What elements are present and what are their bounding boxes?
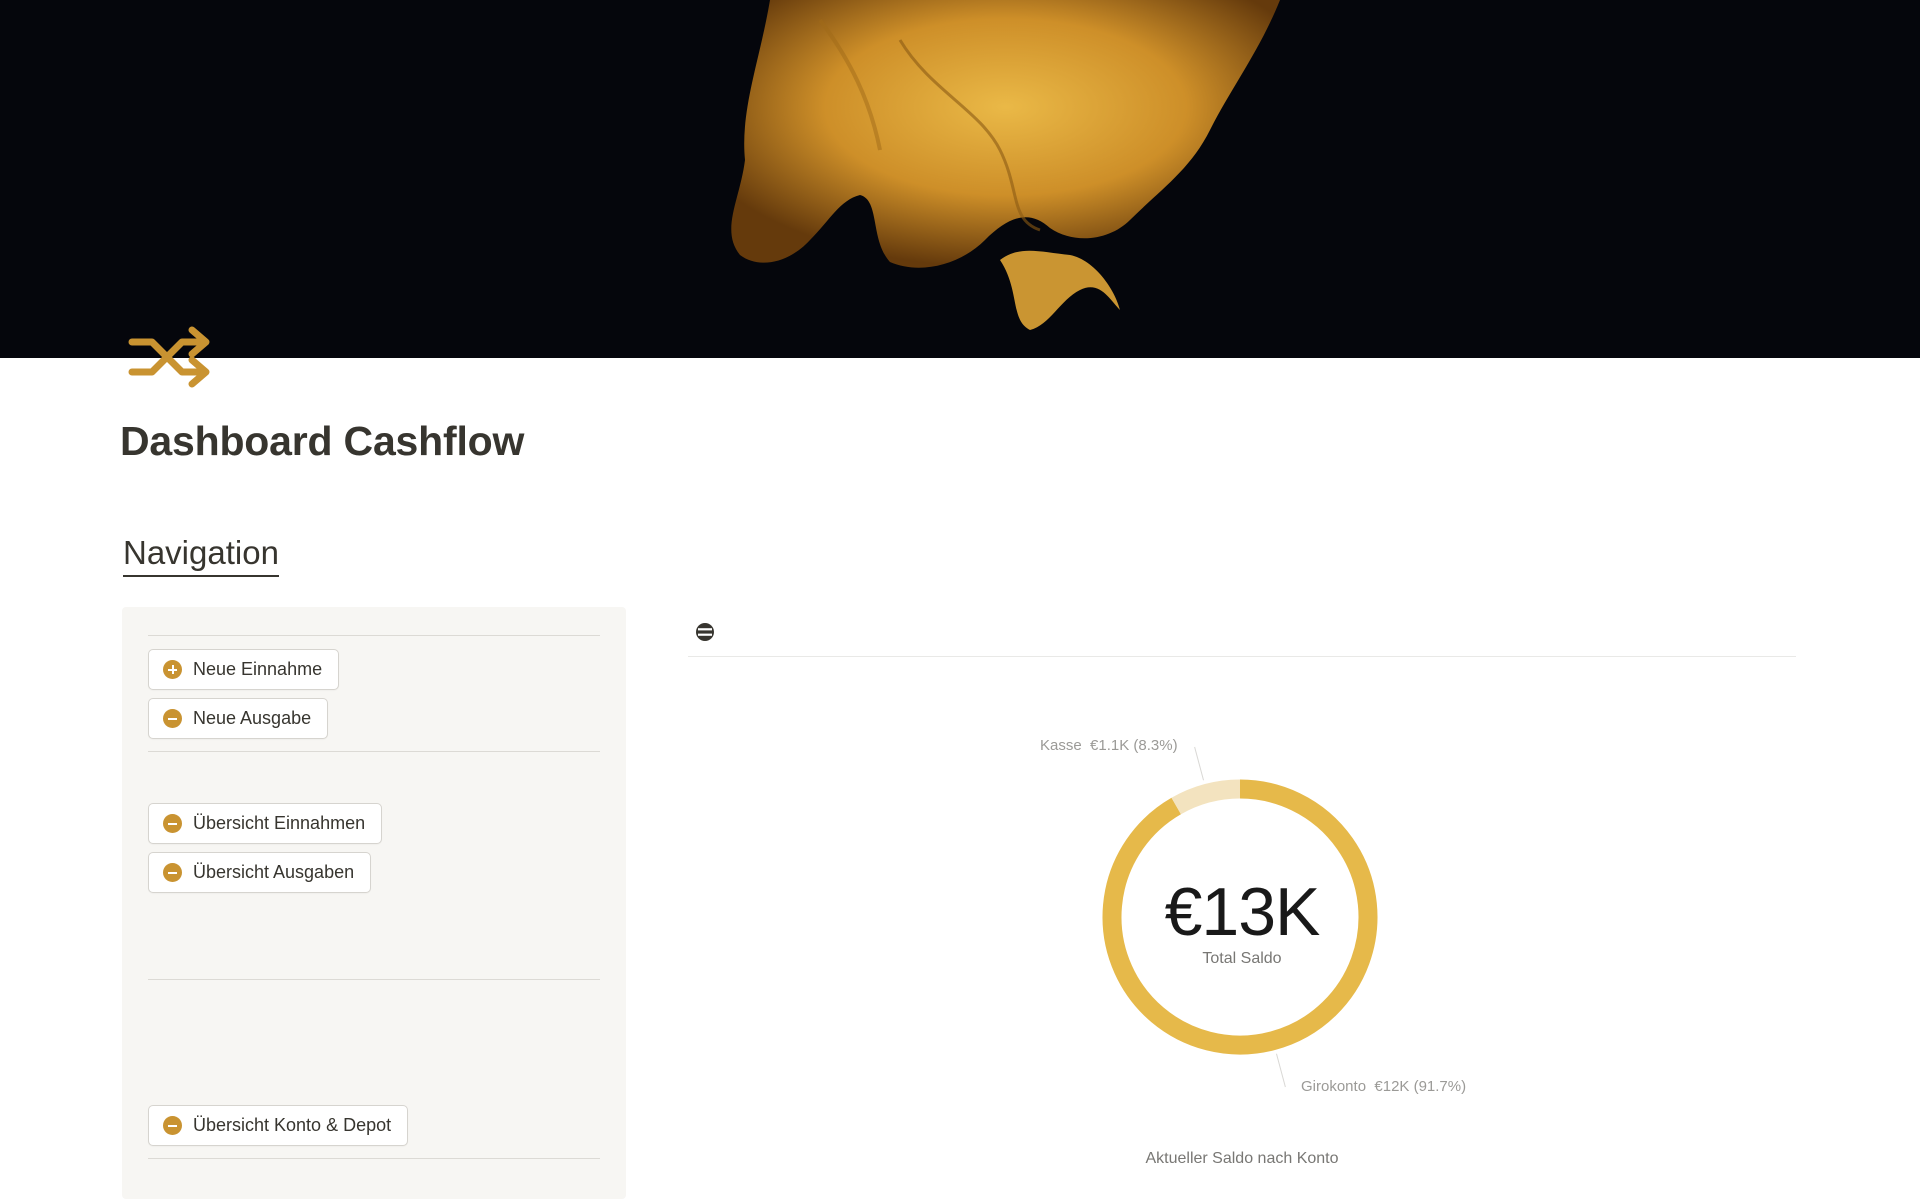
minus-circle-icon bbox=[163, 863, 182, 882]
button-label: Übersicht Ausgaben bbox=[193, 862, 355, 882]
uebersicht-einnahmen-button[interactable]: Übersicht Einnahmen bbox=[148, 803, 383, 844]
navigation-panel: Neue Einnahme Neue Ausgabe Übersicht Ein… bbox=[122, 607, 626, 1199]
button-label: Übersicht Konto & Depot bbox=[193, 1115, 392, 1135]
divider bbox=[148, 1158, 600, 1159]
shuffle-icon bbox=[122, 308, 218, 404]
slice-name: Girokonto bbox=[1301, 1078, 1367, 1095]
neue-ausgabe-button[interactable]: Neue Ausgabe bbox=[148, 698, 329, 739]
slice-name: Kasse bbox=[1040, 737, 1082, 754]
plus-circle-icon bbox=[163, 660, 182, 679]
button-label: Neue Einnahme bbox=[193, 659, 323, 679]
leader-line-girokonto bbox=[1275, 1053, 1286, 1088]
slice-value: €1.1K (8.3%) bbox=[1090, 737, 1178, 754]
navigation-heading: Navigation bbox=[123, 533, 279, 577]
slice-label-girokonto: Girokonto €12K (91.7%) bbox=[1301, 1078, 1466, 1095]
neue-einnahme-button[interactable]: Neue Einnahme bbox=[148, 649, 340, 690]
minus-circle-icon bbox=[163, 1116, 182, 1135]
slice-label-kasse: Kasse €1.1K (8.3%) bbox=[1040, 737, 1178, 754]
minus-circle-icon bbox=[163, 814, 182, 833]
page-title: Dashboard Cashflow bbox=[120, 418, 525, 464]
donut-slice-kasse[interactable] bbox=[1171, 779, 1241, 815]
divider bbox=[148, 751, 600, 752]
chart-caption: Aktueller Saldo nach Konto bbox=[1145, 1150, 1339, 1167]
cover-image bbox=[0, 0, 1920, 358]
leader-line-kasse bbox=[1194, 746, 1205, 781]
button-label: Übersicht Einnahmen bbox=[193, 813, 366, 833]
total-saldo-label: Total Saldo bbox=[1202, 950, 1282, 967]
minus-circle-icon bbox=[163, 709, 182, 728]
divider bbox=[148, 635, 600, 636]
saldo-chart: €13K Total Saldo Kasse €1.1K (8.3%) Giro… bbox=[688, 612, 1796, 1199]
divider bbox=[148, 979, 600, 980]
button-label: Neue Ausgabe bbox=[193, 708, 312, 728]
uebersicht-ausgaben-button[interactable]: Übersicht Ausgaben bbox=[148, 852, 372, 893]
uebersicht-konto-depot-button[interactable]: Übersicht Konto & Depot bbox=[148, 1105, 409, 1146]
total-saldo-value: €13K bbox=[1164, 874, 1321, 950]
slice-value: €12K (91.7%) bbox=[1374, 1078, 1467, 1095]
